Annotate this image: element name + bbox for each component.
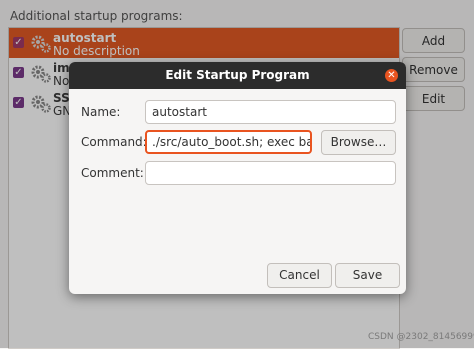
name-field[interactable]: autostart	[145, 100, 396, 124]
edit-startup-program-dialog: Edit Startup Program ✕ Name: autostart C…	[69, 62, 406, 294]
close-icon[interactable]: ✕	[385, 69, 398, 82]
dialog-title: Edit Startup Program	[69, 62, 406, 89]
command-field[interactable]: ./src/auto_boot.sh; exec bash"	[145, 130, 312, 154]
cancel-button[interactable]: Cancel	[267, 263, 332, 288]
name-label: Name:	[81, 105, 121, 119]
comment-label: Comment:	[81, 166, 144, 180]
save-button[interactable]: Save	[335, 263, 400, 288]
watermark: CSDN @2302_81456999	[368, 332, 474, 342]
command-label: Command:	[81, 135, 147, 149]
browse-button[interactable]: Browse…	[321, 130, 396, 155]
comment-field[interactable]	[145, 161, 396, 185]
